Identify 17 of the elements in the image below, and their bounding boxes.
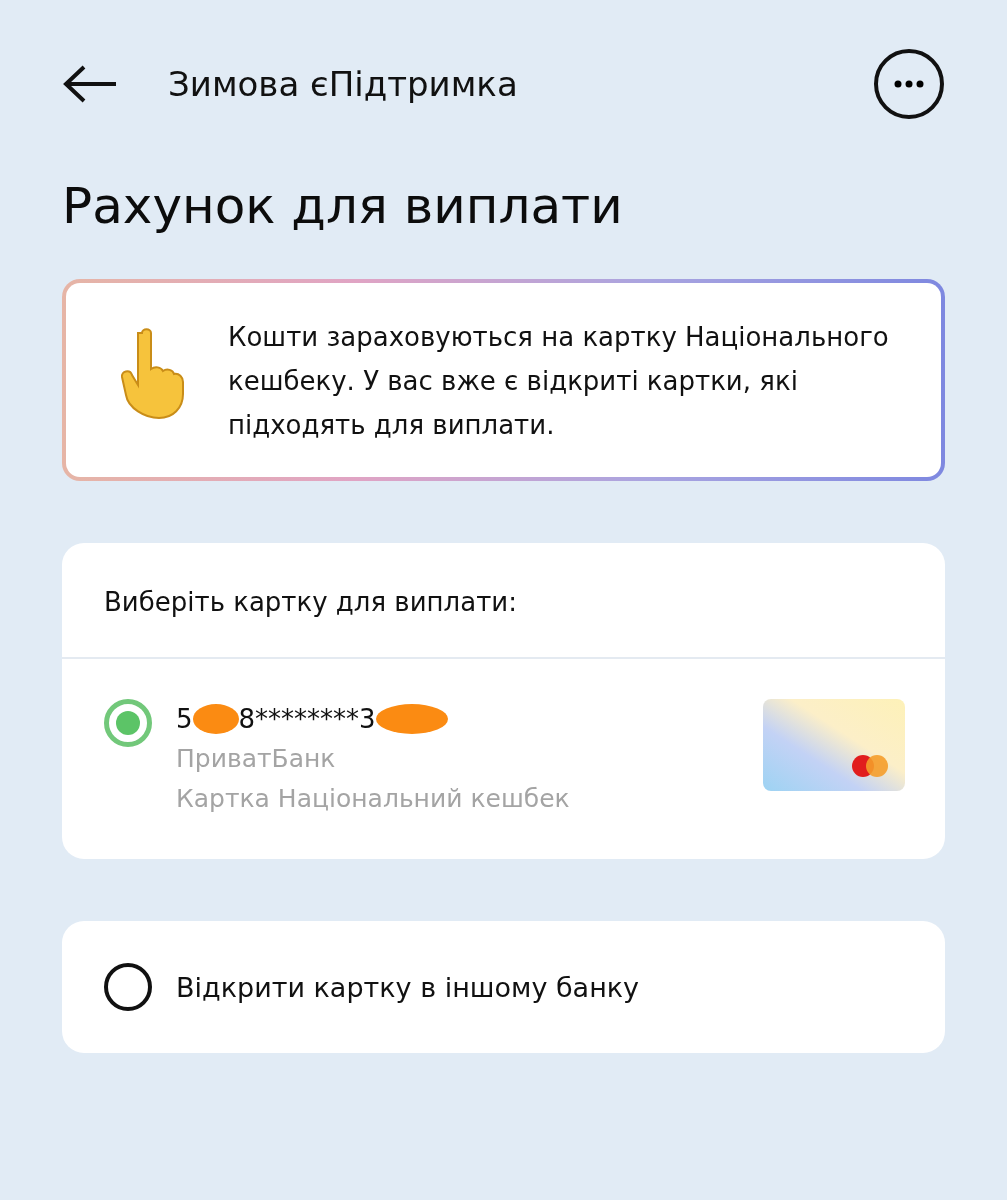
card-type: Картка Національний кешбек	[176, 783, 571, 815]
more-icon	[873, 48, 945, 120]
redaction-mark	[192, 704, 239, 734]
back-arrow-icon	[62, 64, 118, 104]
screen-title: Зимова єПідтримка	[168, 64, 519, 104]
radio-button[interactable]	[104, 963, 152, 1011]
bank-name: ПриватБанк	[176, 743, 337, 775]
other-bank-label: Відкрити картку в іншому банку	[176, 971, 640, 1003]
card-selection-title: Виберіть картку для виплати:	[104, 587, 517, 617]
more-button[interactable]	[873, 48, 945, 120]
card-number: 8********3	[238, 704, 376, 734]
bank-card-icon	[763, 699, 905, 791]
card-number: 5	[176, 704, 193, 734]
back-button[interactable]	[62, 64, 118, 104]
page-heading: Рахунок для виплати	[62, 177, 624, 235]
notice-text: Кошти зараховуються на картку Національного кешбеку. У вас вже є відкриті картки, які підходять для виплати.	[228, 321, 890, 442]
radio-button[interactable]	[104, 699, 152, 747]
